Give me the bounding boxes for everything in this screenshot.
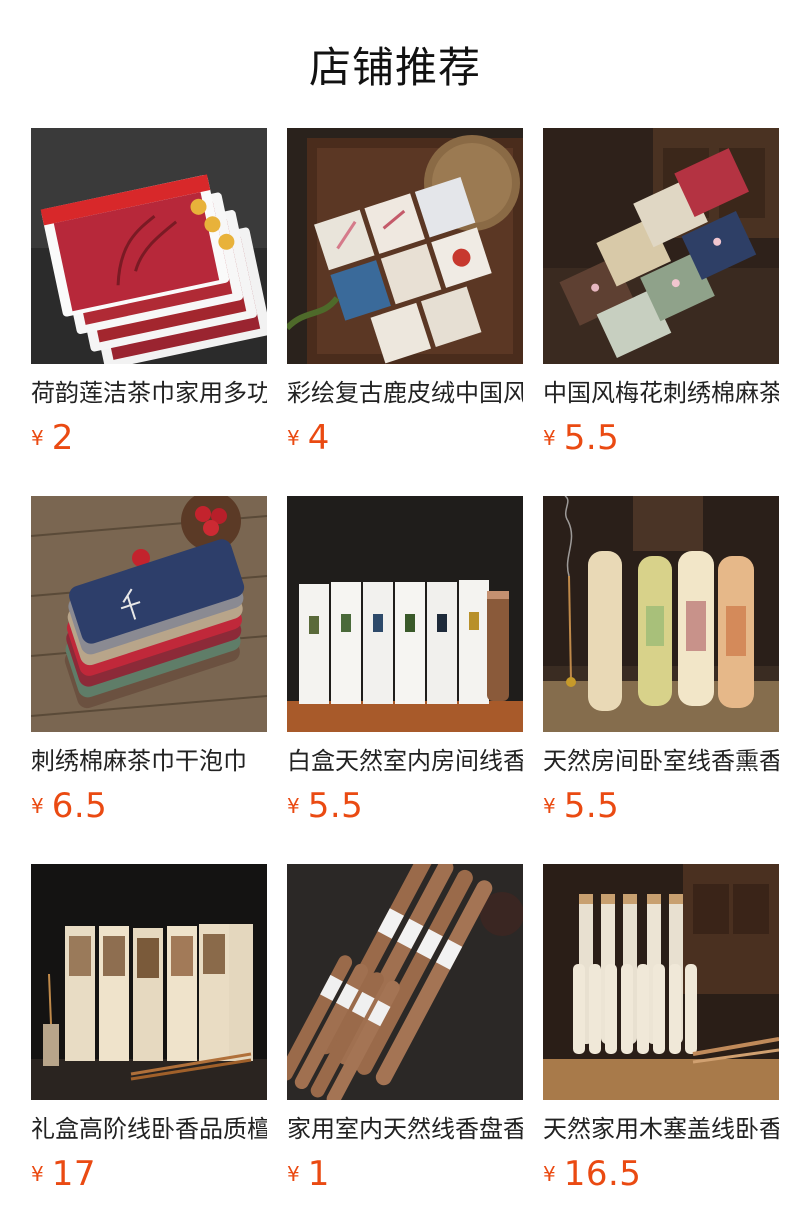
product-image[interactable] xyxy=(31,864,267,1100)
product-price: ¥4 xyxy=(287,418,523,458)
product-price: ¥2 xyxy=(31,418,267,458)
product-image[interactable] xyxy=(543,128,779,364)
currency-symbol: ¥ xyxy=(543,426,556,450)
currency-symbol: ¥ xyxy=(31,1162,44,1186)
product-name[interactable]: 家用室内天然线香盘香 xyxy=(287,1112,523,1146)
product-card[interactable]: 礼盒高阶线卧香品质檀香 ¥17 xyxy=(31,864,267,1194)
price-amount: 17 xyxy=(51,1154,96,1194)
price-amount: 1 xyxy=(307,1154,330,1194)
product-card[interactable]: 荷韵莲洁茶巾家用多功能 ¥2 xyxy=(31,128,267,458)
price-amount: 16.5 xyxy=(563,1154,642,1194)
product-image[interactable] xyxy=(31,128,267,364)
product-image[interactable] xyxy=(287,496,523,732)
product-card[interactable]: 白盒天然室内房间线香 ¥5.5 xyxy=(287,496,523,826)
product-name[interactable]: 天然家用木塞盖线卧香 xyxy=(543,1112,779,1146)
price-amount: 6.5 xyxy=(51,786,108,826)
product-price: ¥5.5 xyxy=(543,418,779,458)
product-card[interactable]: 彩绘复古鹿皮绒中国风茶巾 ¥4 xyxy=(287,128,523,458)
product-name[interactable]: 刺绣棉麻茶巾干泡巾 xyxy=(31,744,267,778)
product-card[interactable]: 刺绣棉麻茶巾干泡巾 ¥6.5 xyxy=(31,496,267,826)
product-card[interactable]: 天然房间卧室线香熏香 ¥5.5 xyxy=(543,496,779,826)
product-price: ¥5.5 xyxy=(287,786,523,826)
product-name[interactable]: 白盒天然室内房间线香 xyxy=(287,744,523,778)
price-amount: 5.5 xyxy=(563,786,620,826)
currency-symbol: ¥ xyxy=(543,794,556,818)
currency-symbol: ¥ xyxy=(287,794,300,818)
product-name[interactable]: 天然房间卧室线香熏香 xyxy=(543,744,779,778)
product-image[interactable] xyxy=(543,496,779,732)
price-amount: 2 xyxy=(51,418,74,458)
currency-symbol: ¥ xyxy=(543,1162,556,1186)
currency-symbol: ¥ xyxy=(31,426,44,450)
product-image[interactable] xyxy=(287,864,523,1100)
price-amount: 5.5 xyxy=(563,418,620,458)
product-image[interactable] xyxy=(543,864,779,1100)
product-name[interactable]: 中国风梅花刺绣棉麻茶巾 xyxy=(543,376,779,410)
currency-symbol: ¥ xyxy=(287,426,300,450)
product-price: ¥1 xyxy=(287,1154,523,1194)
product-price: ¥16.5 xyxy=(543,1154,779,1194)
product-name[interactable]: 荷韵莲洁茶巾家用多功能 xyxy=(31,376,267,410)
product-price: ¥6.5 xyxy=(31,786,267,826)
product-card[interactable]: 天然家用木塞盖线卧香 ¥16.5 xyxy=(543,864,779,1194)
product-name[interactable]: 彩绘复古鹿皮绒中国风茶巾 xyxy=(287,376,523,410)
currency-symbol: ¥ xyxy=(287,1162,300,1186)
product-name[interactable]: 礼盒高阶线卧香品质檀香 xyxy=(31,1112,267,1146)
product-card[interactable]: 中国风梅花刺绣棉麻茶巾 ¥5.5 xyxy=(543,128,779,458)
product-card[interactable]: 家用室内天然线香盘香 ¥1 xyxy=(287,864,523,1194)
currency-symbol: ¥ xyxy=(31,794,44,818)
product-price: ¥5.5 xyxy=(543,786,779,826)
product-image[interactable] xyxy=(31,496,267,732)
price-amount: 5.5 xyxy=(307,786,364,826)
page-title: 店铺推荐 xyxy=(308,43,481,92)
product-image[interactable] xyxy=(287,128,523,364)
price-amount: 4 xyxy=(307,418,330,458)
product-price: ¥17 xyxy=(31,1154,267,1194)
